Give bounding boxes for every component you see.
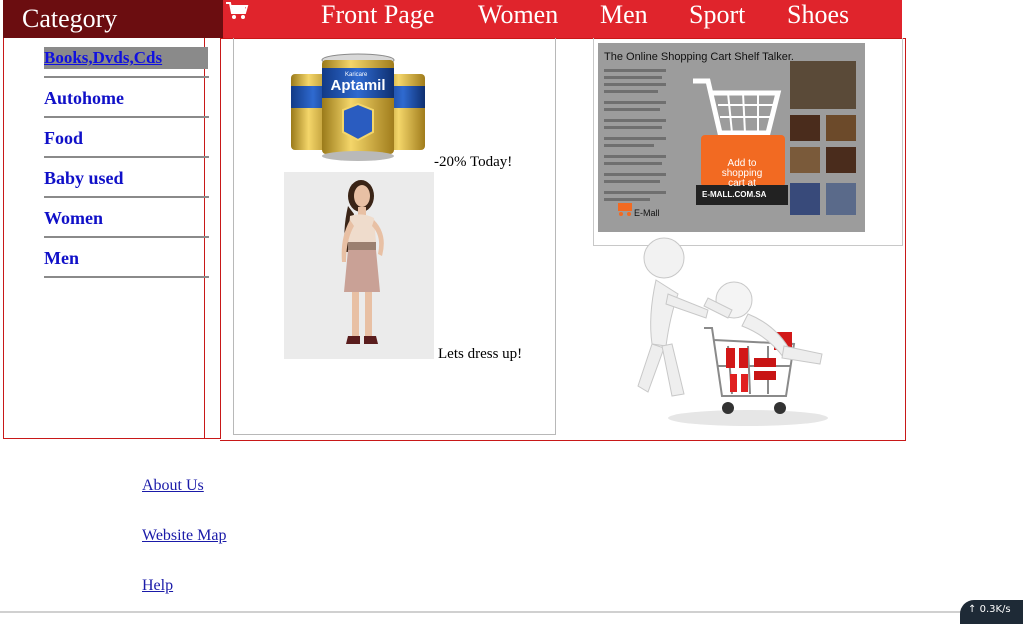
milk-promo-caption: -20% Today! bbox=[434, 154, 513, 170]
upload-arrow-icon: ↑ bbox=[968, 604, 977, 615]
top-navbar: Front Page Women Men Sport Shoes bbox=[223, 0, 902, 38]
footer-link-about-us[interactable]: About Us bbox=[142, 477, 204, 495]
sidebar-item-women[interactable]: Women bbox=[44, 207, 208, 229]
sidebar-item-baby-used[interactable]: Baby used bbox=[44, 167, 208, 189]
shelf-talker-poster[interactable]: The Online Shopping Cart Shelf Talker. A… bbox=[598, 43, 865, 232]
poster-cta: Add to shopping cart at bbox=[721, 158, 763, 189]
sidebar-separator bbox=[44, 276, 209, 278]
nav-sport[interactable]: Sport bbox=[689, 0, 745, 32]
nav-shoes[interactable]: Shoes bbox=[787, 0, 849, 32]
sidebar-separator bbox=[44, 196, 209, 198]
sidebar-item-food[interactable]: Food bbox=[44, 127, 208, 149]
footer-link-help[interactable]: Help bbox=[142, 577, 173, 595]
nav-front-page[interactable]: Front Page bbox=[321, 0, 434, 32]
sidebar-item-books[interactable]: Books,Dvds,Cds bbox=[44, 47, 208, 69]
milk-product-image[interactable]: Aptamil Karicare bbox=[285, 52, 431, 162]
dress-product-image[interactable] bbox=[284, 172, 434, 359]
cart-figures-image[interactable] bbox=[608, 236, 840, 428]
category-title: Category bbox=[22, 4, 118, 33]
nav-men[interactable]: Men bbox=[600, 0, 648, 32]
sidebar-item-autohome[interactable]: Autohome bbox=[44, 87, 208, 109]
sidebar-separator bbox=[44, 116, 209, 118]
sidebar-item-men[interactable]: Men bbox=[44, 247, 208, 269]
sidebar-separator bbox=[44, 76, 209, 78]
svg-text:Aptamil: Aptamil bbox=[330, 77, 385, 94]
sidebar-separator bbox=[44, 156, 209, 158]
nav-women[interactable]: Women bbox=[478, 0, 558, 32]
shopping-cart-icon[interactable] bbox=[223, 0, 251, 22]
svg-text:Karicare: Karicare bbox=[345, 72, 368, 78]
category-header: Category bbox=[3, 0, 223, 38]
speed-value: 0.3K/s bbox=[979, 604, 1011, 615]
footer-link-website-map[interactable]: Website Map bbox=[142, 527, 226, 545]
sidebar-separator bbox=[44, 236, 209, 238]
poster-logo: E-Mall bbox=[634, 208, 660, 218]
dress-promo-caption: Lets dress up! bbox=[438, 346, 523, 362]
network-speed-widget: ↑ 0.3K/s bbox=[960, 600, 1023, 624]
poster-site: E-MALL.COM.SA bbox=[702, 190, 767, 199]
